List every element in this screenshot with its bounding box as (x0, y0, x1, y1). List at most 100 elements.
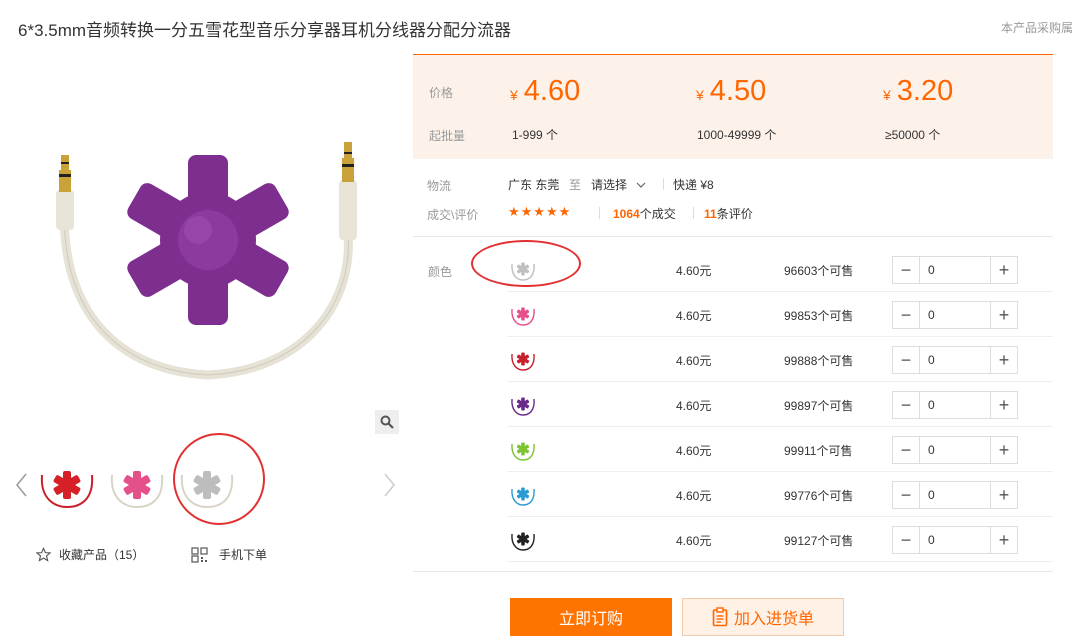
separator (599, 207, 600, 219)
clipboard-icon (712, 607, 728, 627)
reviews-link[interactable]: 11条评价 (704, 205, 753, 222)
price-panel: 价格 起批量 ¥4.60 ¥4.50 ¥3.20 1-999 个 1000-49… (413, 54, 1053, 159)
section-divider (413, 236, 1053, 237)
price-tier-3: ¥3.20 (883, 75, 953, 108)
variant-price: 4.60元 (676, 534, 712, 548)
range-tier-2: 1000-49999 个 (697, 128, 777, 142)
qr-code-icon (191, 546, 208, 563)
quantity-input[interactable]: 0 (920, 392, 990, 418)
favorite-label: 收藏产品（15） (59, 548, 145, 562)
quantity-input[interactable]: 0 (920, 482, 990, 508)
deals-count: 1064 (613, 207, 640, 221)
chevron-right-icon[interactable] (383, 470, 397, 500)
quantity-stepper: −0 + (892, 301, 1018, 329)
star-outline-icon (36, 547, 51, 562)
price-tier-1: ¥4.60 (510, 75, 580, 108)
review-suffix: 条评价 (716, 207, 753, 221)
variant-stock: 99776个可售 (784, 489, 854, 503)
variant-stock: 96603个可售 (784, 264, 854, 278)
plus-icon[interactable]: + (990, 257, 1017, 283)
destination-select[interactable]: 请选择 (591, 176, 646, 193)
price-label: 价格 (429, 86, 454, 100)
logistics-to: 至 (569, 178, 582, 192)
quantity-input[interactable]: 0 (920, 527, 990, 553)
reviews-label: 成交\评价 (427, 208, 479, 222)
moq-label: 起批量 (429, 129, 466, 143)
variant-price: 4.60元 (676, 354, 712, 368)
plus-icon[interactable]: + (990, 482, 1017, 508)
audio-splitter-image (56, 142, 357, 380)
quantity-stepper: −0 + (892, 346, 1018, 374)
currency-symbol: ¥ (696, 87, 704, 103)
logistics-label: 物流 (427, 179, 452, 193)
variant-swatch[interactable] (509, 526, 537, 554)
thumbnail-red[interactable] (36, 455, 98, 517)
variant-price: 4.60元 (676, 489, 712, 503)
variant-row: 4.60元 99776个可售 −0 + (507, 472, 1053, 517)
thumbnail-white[interactable] (176, 455, 238, 517)
plus-icon[interactable]: + (990, 392, 1017, 418)
minus-icon[interactable]: − (893, 392, 920, 418)
variant-swatch[interactable] (509, 346, 537, 374)
plus-icon[interactable]: + (990, 527, 1017, 553)
main-product-image[interactable] (18, 70, 400, 435)
price-tier-2: ¥4.50 (696, 75, 766, 108)
minus-icon[interactable]: − (893, 347, 920, 373)
price-value: 4.50 (709, 75, 767, 107)
minus-icon[interactable]: − (893, 257, 920, 283)
mobile-order-button[interactable]: 手机下单 (191, 546, 267, 563)
quantity-input[interactable]: 0 (920, 437, 990, 463)
deals-suffix: 个成交 (639, 207, 676, 221)
quantity-stepper: −0 + (892, 256, 1018, 284)
separator (663, 178, 664, 190)
variant-swatch[interactable] (509, 391, 537, 419)
chevron-down-icon (636, 182, 646, 188)
zoom-icon[interactable] (375, 410, 399, 434)
variant-stock: 99897个可售 (784, 399, 854, 413)
plus-icon[interactable]: + (990, 347, 1017, 373)
variant-swatch[interactable] (509, 436, 537, 464)
review-count: 11 (704, 207, 717, 221)
separator (693, 207, 694, 219)
buy-now-button[interactable]: 立即订购 (510, 598, 672, 636)
add-to-cart-button[interactable]: 加入进货单 (682, 598, 844, 636)
variant-row: 4.60元 99127个可售 −0 + (507, 517, 1053, 562)
variant-swatch[interactable] (509, 256, 537, 284)
variant-stock: 99911个可售 (784, 444, 853, 458)
quantity-input[interactable]: 0 (920, 257, 990, 283)
variant-price: 4.60元 (676, 309, 712, 323)
shipping-fee: 快递 ¥8 (673, 178, 714, 192)
minus-icon[interactable]: − (893, 437, 920, 463)
rating-stars: ★★★★★ (508, 204, 572, 219)
variant-price: 4.60元 (676, 444, 712, 458)
variant-row: 4.60元 99888个可售 −0 + (507, 337, 1053, 382)
variant-row: 4.60元 99853个可售 −0 + (507, 292, 1053, 337)
variant-swatch[interactable] (509, 481, 537, 509)
quantity-input[interactable]: 0 (920, 302, 990, 328)
plus-icon[interactable]: + (990, 302, 1017, 328)
plus-icon[interactable]: + (990, 437, 1017, 463)
minus-icon[interactable]: − (893, 482, 920, 508)
range-tier-1: 1-999 个 (512, 128, 559, 142)
quantity-input[interactable]: 0 (920, 347, 990, 373)
thumbnail-pink[interactable] (106, 455, 168, 517)
price-value: 3.20 (896, 75, 954, 107)
quantity-stepper: −0 + (892, 481, 1018, 509)
variant-row: 4.60元 99897个可售 −0 + (507, 382, 1053, 427)
variant-price: 4.60元 (676, 264, 712, 278)
minus-icon[interactable]: − (893, 527, 920, 553)
variant-stock: 99853个可售 (784, 309, 854, 323)
favorite-button[interactable]: 收藏产品（15） (36, 546, 144, 563)
variant-price: 4.60元 (676, 399, 712, 413)
chevron-left-icon[interactable] (14, 470, 28, 500)
price-value: 4.60 (523, 75, 581, 107)
currency-symbol: ¥ (510, 87, 518, 103)
logistics-origin: 广东 东莞 (508, 178, 560, 192)
mobile-order-label: 手机下单 (219, 548, 268, 562)
destination-value: 请选择 (591, 178, 628, 192)
minus-icon[interactable]: − (893, 302, 920, 328)
add-to-cart-label: 加入进货单 (733, 611, 814, 628)
variant-swatch[interactable] (509, 301, 537, 329)
range-tier-3: ≥50000 个 (885, 128, 941, 142)
deals-link[interactable]: 1064个成交 (613, 205, 676, 222)
